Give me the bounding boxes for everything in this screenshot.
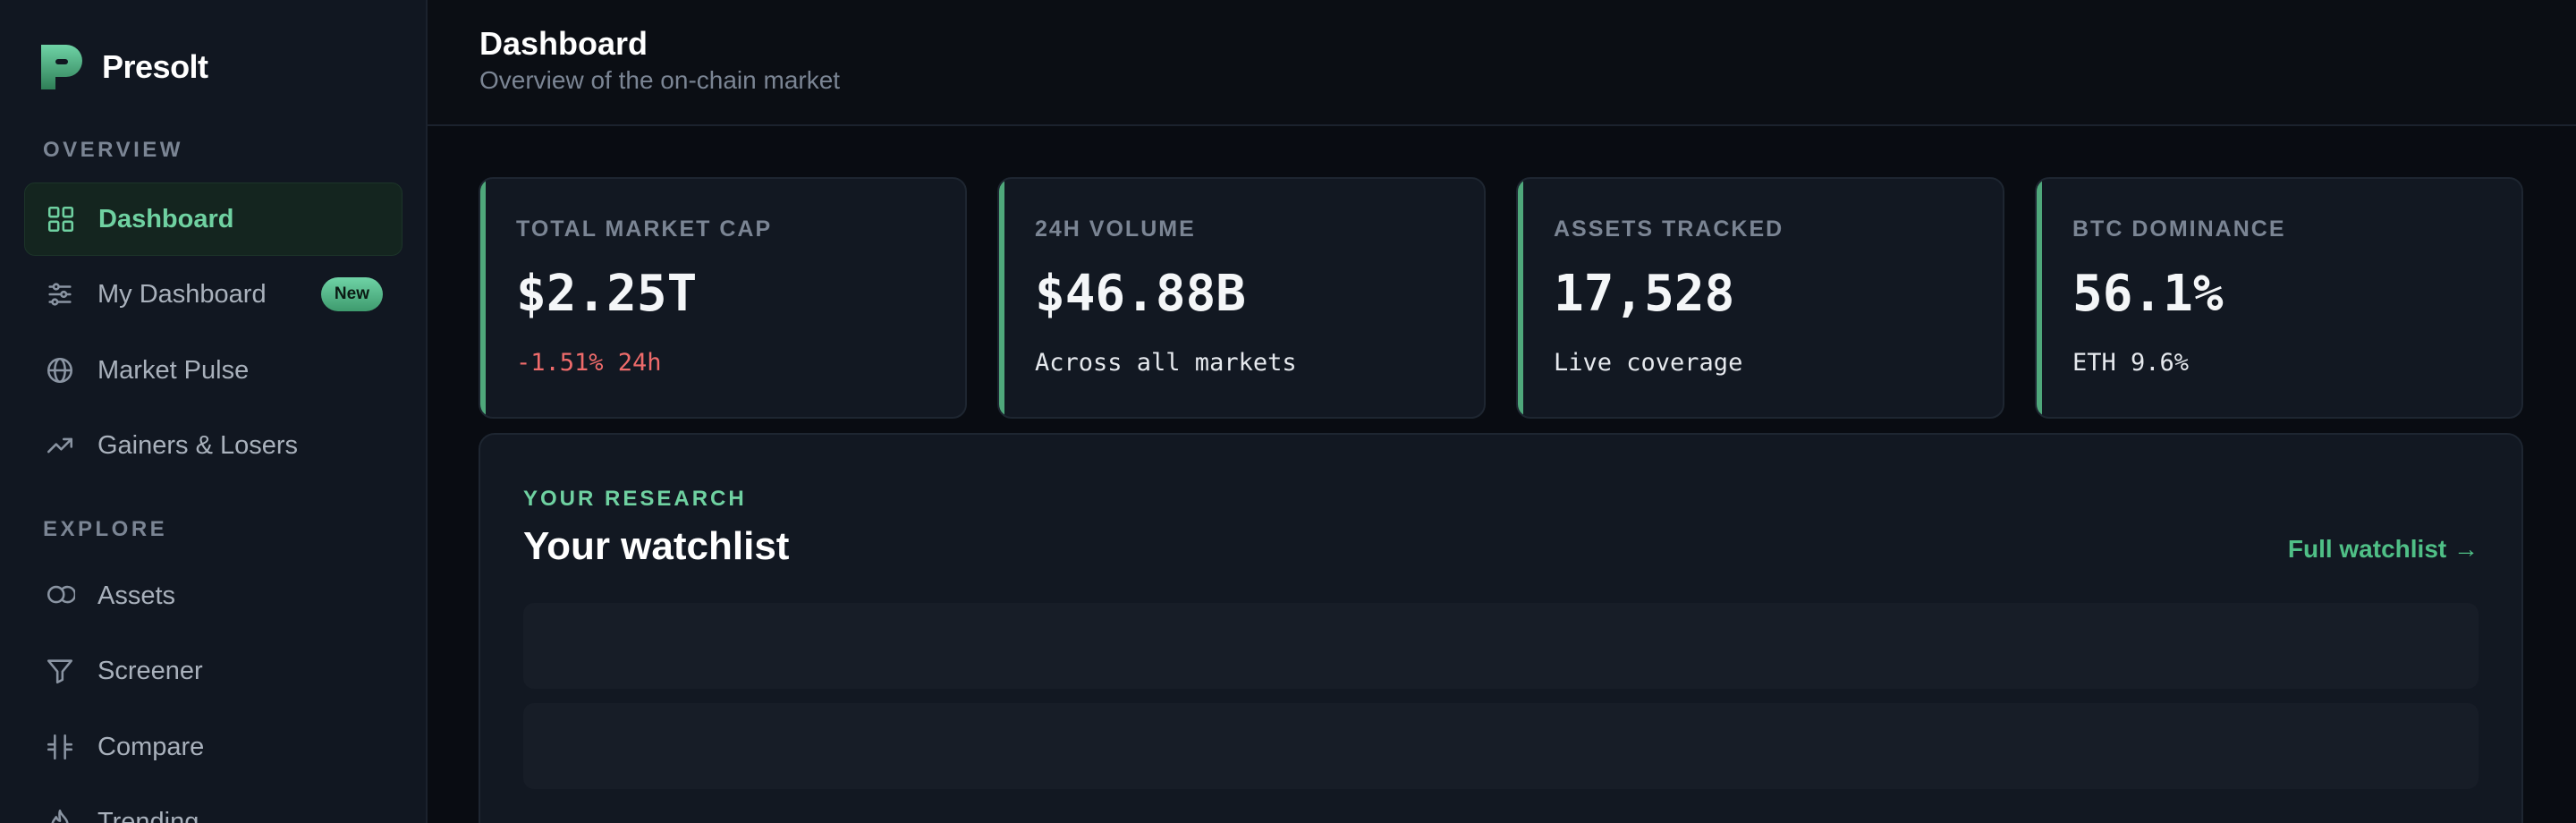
sidebar-item-label: Gainers & Losers (97, 430, 299, 460)
stat-label: TOTAL MARKET CAP (516, 216, 773, 242)
stat-card-btc-dominance[interactable]: BTC DOMINANCE 56.1% ETH 9.6% (2035, 177, 2523, 419)
brand-name: Presolt (102, 48, 208, 85)
page-subtitle: Overview of the on-chain market (479, 66, 841, 94)
grid-icon (45, 203, 77, 235)
full-watchlist-link[interactable]: Full watchlist → (2288, 535, 2479, 564)
stat-caption: ETH 9.6% (2072, 349, 2190, 377)
stat-change: -1.51% 24h (516, 349, 662, 377)
sidebar-item-screener[interactable]: Screener (24, 634, 402, 708)
new-badge: New (320, 277, 383, 311)
watchlist-title: Your watchlist (523, 524, 790, 568)
sidebar-item-label: Screener (97, 656, 203, 685)
sidebar-item-market-pulse[interactable]: Market Pulse (24, 334, 402, 407)
page-title: Dashboard (479, 25, 648, 62)
sidebar-item-dashboard[interactable]: Dashboard (24, 182, 402, 256)
sidebar-item-label: Market Pulse (97, 355, 250, 385)
stat-value: $46.88B (1035, 265, 1247, 323)
globe-icon (44, 354, 76, 386)
sidebar-item-compare[interactable]: Compare (24, 710, 402, 784)
sidebar-item-gainers-losers[interactable]: Gainers & Losers (24, 409, 402, 482)
stat-caption: Live coverage (1554, 349, 1743, 377)
sidebar: Presolt OVERVIEW Dashboard My Dashboard … (0, 0, 428, 823)
stat-value: 56.1% (2072, 265, 2224, 323)
stat-value: 17,528 (1554, 265, 1735, 323)
brand-logo-icon (41, 45, 82, 89)
stat-label: BTC DOMINANCE (2072, 216, 2286, 242)
sidebar-item-my-dashboard[interactable]: My Dashboard New (24, 258, 402, 331)
brand[interactable]: Presolt (38, 41, 208, 93)
stat-card-volume[interactable]: 24H VOLUME $46.88B Across all markets (997, 177, 1486, 419)
sidebar-item-assets[interactable]: Assets (24, 559, 402, 632)
watchlist-panel: YOUR RESEARCH Your watchlist Full watchl… (479, 433, 2523, 823)
sliders-icon (44, 278, 76, 310)
stat-card-assets-tracked[interactable]: ASSETS TRACKED 17,528 Live coverage (1516, 177, 2004, 419)
stat-label: ASSETS TRACKED (1554, 216, 1784, 242)
stat-caption: Across all markets (1035, 349, 1297, 377)
stat-value: $2.25T (516, 265, 698, 323)
section-label-explore: EXPLORE (43, 517, 168, 541)
filter-icon (44, 655, 76, 687)
page-header: Dashboard Overview of the on-chain marke… (428, 0, 2576, 126)
app-root: Presolt OVERVIEW Dashboard My Dashboard … (0, 0, 2576, 823)
section-label-overview: OVERVIEW (43, 138, 183, 162)
sidebar-item-label: My Dashboard (97, 279, 267, 309)
sidebar-item-label: Compare (97, 732, 205, 761)
coins-icon (44, 580, 76, 612)
watchlist-eyebrow: YOUR RESEARCH (523, 487, 747, 511)
watchlist-skeleton-row (523, 603, 2479, 689)
flame-icon (44, 806, 76, 823)
sidebar-item-label: Dashboard (98, 204, 234, 233)
stat-card-market-cap[interactable]: TOTAL MARKET CAP $2.25T -1.51% 24h (479, 177, 967, 419)
sidebar-item-label: Trending (97, 807, 199, 823)
stats-row: TOTAL MARKET CAP $2.25T -1.51% 24h 24H V… (479, 177, 2523, 419)
compare-icon (44, 731, 76, 763)
stat-label: 24H VOLUME (1035, 216, 1196, 242)
trending-up-icon (44, 429, 76, 462)
watchlist-skeleton-row (523, 703, 2479, 789)
main-content: Dashboard Overview of the on-chain marke… (428, 0, 2576, 823)
sidebar-item-label: Assets (97, 581, 176, 610)
sidebar-item-trending[interactable]: Trending (24, 785, 402, 823)
